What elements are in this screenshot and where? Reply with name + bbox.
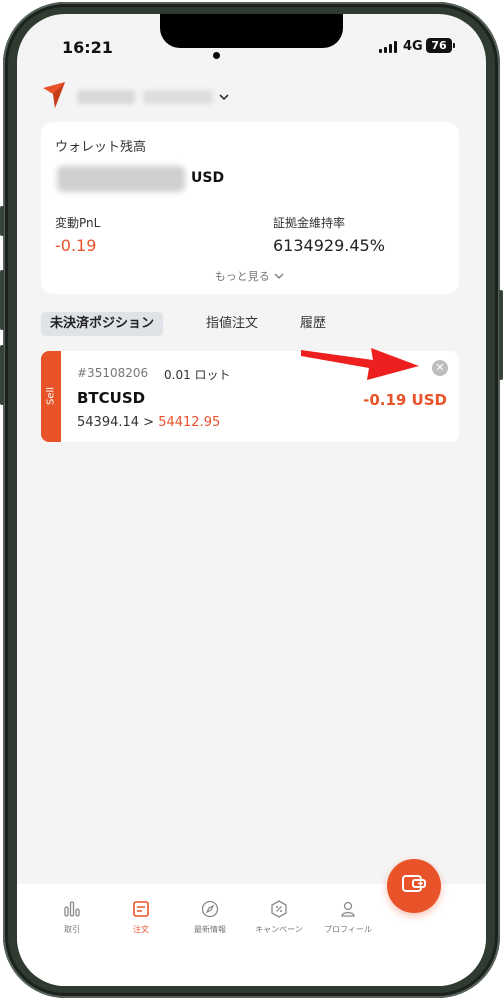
close-position-button[interactable]: ✕ [432, 360, 448, 376]
notch [160, 14, 343, 48]
chevron-down-icon [273, 271, 285, 284]
wallet-balance-redacted [57, 166, 185, 192]
nav-label: 最新情報 [194, 925, 226, 934]
battery-icon: 76 [426, 38, 455, 53]
wallet-balance-label: ウォレット残高 [55, 140, 147, 155]
person-icon [316, 898, 380, 920]
floating-pnl-label: 変動PnL [55, 216, 101, 230]
chevron-down-icon[interactable] [217, 89, 231, 108]
deposit-fab-button[interactable] [387, 859, 441, 913]
signal-icon [379, 41, 397, 53]
annotation-arrow-icon [301, 336, 421, 390]
nav-item-campaign[interactable]: キャンペーン [247, 898, 311, 935]
tab-open-positions[interactable]: 未決済ポジション [41, 312, 164, 336]
wallet-card: ウォレット残高 USD 変動PnL -0.19 証拠金維持率 6134929.4… [41, 122, 459, 294]
campaign-badge-icon [247, 898, 311, 920]
margin-level-label: 証拠金維持率 [273, 216, 346, 230]
nav-label: 取引 [64, 925, 80, 934]
order-id: #35108206 [77, 366, 149, 380]
wallet-transfer-icon [401, 873, 427, 899]
brand-arrow-icon [41, 80, 67, 114]
symbol: BTCUSD [77, 389, 146, 407]
phone-side-button [0, 270, 4, 330]
price-separator: > [143, 415, 155, 430]
front-camera [213, 52, 220, 59]
floating-pnl-value: -0.19 [55, 236, 97, 255]
tab-limit-orders[interactable]: 指値注文 [206, 312, 258, 336]
bar-chart-icon [40, 898, 104, 920]
position-pnl: -0.19 USD [363, 391, 447, 409]
close-icon: ✕ [435, 361, 445, 374]
app-header [17, 74, 486, 118]
nav-label: キャンペーン [255, 925, 303, 934]
lot-size: 0.01 ロット [164, 368, 231, 382]
account-name-redacted[interactable] [77, 90, 135, 104]
show-more-label: もっと見る [214, 270, 270, 283]
nav-label: プロフィール [324, 925, 372, 934]
order-note-icon [109, 898, 173, 920]
price-line: 54394.14 > 54412.95 [77, 415, 220, 430]
open-price: 54394.14 [77, 415, 140, 430]
status-bar: 16:21 4G 76 [17, 14, 486, 70]
balance-currency: USD [191, 170, 225, 186]
nav-item-orders[interactable]: 注文 [109, 898, 173, 935]
nav-label: 注文 [133, 925, 149, 934]
margin-level-value: 6134929.45% [273, 236, 385, 255]
phone-side-button [0, 345, 4, 405]
current-price: 54412.95 [158, 415, 221, 430]
status-time: 16:21 [62, 38, 113, 57]
compass-icon [178, 898, 242, 920]
nav-item-profile[interactable]: プロフィール [316, 898, 380, 935]
sell-side-badge: Sell [41, 351, 61, 442]
account-number-redacted[interactable] [143, 90, 213, 104]
nav-item-trade[interactable]: 取引 [40, 898, 104, 935]
app-screen: 16:21 4G 76 ウォレット残高 USD 変動PnL -0.19 証拠金維… [17, 14, 486, 986]
side-label: Sell [45, 386, 57, 406]
nav-item-news[interactable]: 最新情報 [178, 898, 242, 935]
phone-side-button [0, 206, 4, 236]
phone-side-button [499, 290, 503, 380]
tab-history[interactable]: 履歴 [300, 312, 326, 336]
show-more-button[interactable]: もっと見る [41, 268, 459, 284]
network-type: 4G [403, 39, 423, 54]
